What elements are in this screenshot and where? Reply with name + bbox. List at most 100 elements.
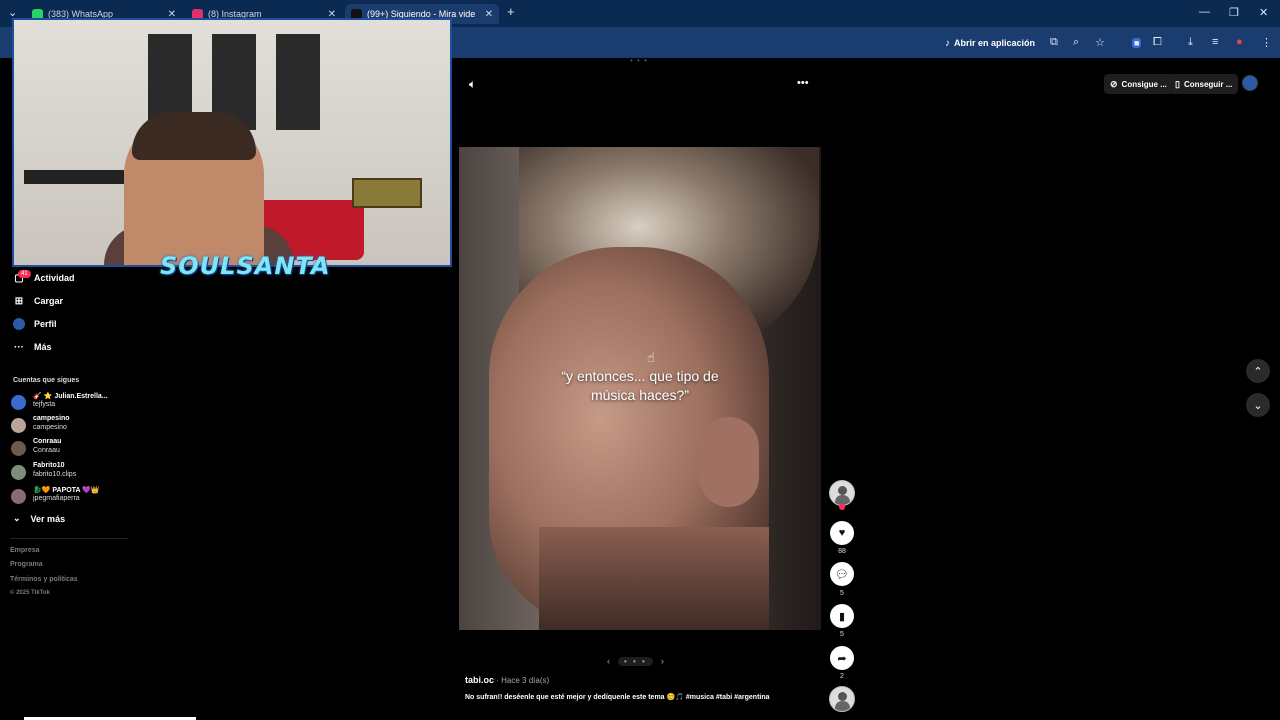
minimize-icon[interactable]: — xyxy=(1199,6,1210,18)
extension-icon[interactable]: ■ xyxy=(1132,38,1142,48)
save-count: 5 xyxy=(840,631,844,638)
post-time: · Hace 3 día(s) xyxy=(494,676,550,685)
following-section-title: Cuentas que sigues xyxy=(13,377,80,384)
get-app-button[interactable]: ▯ Conseguir ... xyxy=(1169,74,1239,94)
footer-copyright: © 2025 TikTok xyxy=(10,590,50,596)
chevron-down-icon: ⌄ xyxy=(1253,399,1263,412)
followed-account[interactable]: 🎸 ⭐ Julian.Estrella... tejfysta xyxy=(11,392,131,412)
avatar-head xyxy=(838,486,847,495)
close-window-icon[interactable]: ✕ xyxy=(1259,6,1268,19)
coin-icon: ⊘ xyxy=(1110,78,1118,89)
activity-badge: 41 xyxy=(18,270,31,278)
followed-account[interactable]: Conraau Conraau xyxy=(11,438,131,458)
share-icon: ➦ xyxy=(837,652,847,665)
open-in-app-button[interactable]: ♪ Abrir en aplicación xyxy=(945,35,1035,51)
more-icon: ··· xyxy=(14,341,24,353)
photo-carousel-controls: ‹ • • • › xyxy=(607,655,664,667)
account-name: Conraau xyxy=(33,438,62,445)
bookmark-star-icon[interactable]: ☆ xyxy=(1095,36,1105,49)
previous-video-button[interactable]: ⌃ xyxy=(1246,359,1270,383)
keyboard xyxy=(24,170,124,184)
see-more-label: Ver más xyxy=(30,513,66,524)
share-button[interactable]: ➦ xyxy=(830,646,854,670)
avatar xyxy=(11,418,26,433)
chevron-down-icon: ⌄ xyxy=(13,513,21,523)
user-avatar[interactable] xyxy=(1242,75,1258,91)
followed-account[interactable]: 🐉🧡 PAPOTA 💜👑 jpegmafiaperra xyxy=(11,486,131,506)
get-coins-button[interactable]: ⊘ Consigue ... xyxy=(1104,74,1173,94)
avatar-body xyxy=(835,701,850,711)
account-name: Fabrito10 xyxy=(33,462,65,469)
avatar xyxy=(11,395,26,410)
carousel-prev-icon[interactable]: ‹ xyxy=(607,656,610,666)
video-subject-neck xyxy=(539,527,769,630)
drag-handle-dots: • • • xyxy=(630,56,648,65)
more-options-icon[interactable]: ••• xyxy=(797,77,809,89)
streamer-logo: SOULSANTA xyxy=(160,252,331,280)
acoustic-panel xyxy=(276,34,320,130)
webcam-overlay xyxy=(12,18,452,267)
sidebar-item-more[interactable]: ··· Más xyxy=(13,339,52,355)
account-handle: Conraau xyxy=(33,447,60,454)
translate-icon[interactable]: ⧉ xyxy=(1050,36,1058,49)
caption-line: música haces?” xyxy=(590,387,690,403)
sidebar-item-label: Cargar xyxy=(34,296,64,306)
account-name: 🎸 ⭐ Julian.Estrella... xyxy=(33,393,108,400)
avatar-head xyxy=(838,692,847,701)
restore-icon[interactable]: ❐ xyxy=(1229,6,1239,19)
extensions-puzzle-icon[interactable]: ⧠ xyxy=(1153,36,1162,49)
post-author[interactable]: tabi.oc · Hace 3 día(s) xyxy=(465,675,549,685)
avatar xyxy=(11,489,26,504)
zoom-icon[interactable]: ⌕ xyxy=(1073,36,1079,49)
followed-account[interactable]: campesino campesino xyxy=(11,415,131,435)
next-video-button[interactable]: ⌄ xyxy=(1246,393,1270,417)
heart-icon: ♥ xyxy=(838,527,846,539)
follow-plus-icon[interactable] xyxy=(839,504,845,510)
reading-list-icon[interactable]: ≡ xyxy=(1212,36,1218,48)
sidebar-divider xyxy=(10,538,128,539)
post-description: No sufran!! deséenle que esté mejor y de… xyxy=(465,694,770,701)
comment-button[interactable]: 💬︎ xyxy=(830,562,854,586)
profile-extension-icon[interactable]: ● xyxy=(1236,36,1243,48)
open-in-app-label: Abrir en aplicación xyxy=(954,38,1036,48)
tiktok-icon: ♪ xyxy=(945,37,950,49)
account-handle: fabrito10.clips xyxy=(33,471,77,478)
download-icon[interactable]: ⤓ xyxy=(1188,36,1193,49)
followed-account[interactable]: Fabrito10 fabrito10.clips xyxy=(11,462,131,482)
video-subject-ear xyxy=(699,417,759,507)
see-more-button[interactable]: ⌄ Ver más xyxy=(13,513,65,524)
carousel-next-icon[interactable]: › xyxy=(661,656,664,666)
sidebar-item-upload[interactable]: ⊞ Cargar xyxy=(13,293,63,309)
new-tab-icon[interactable]: + xyxy=(507,4,515,19)
volume-icon[interactable]: 🔈︎ xyxy=(469,77,476,92)
caption-line: “y entonces... que tipo de xyxy=(561,368,719,384)
share-count: 2 xyxy=(840,673,844,680)
pill-label: Consigue ... xyxy=(1121,79,1167,89)
author-avatar[interactable] xyxy=(829,480,855,506)
phone-icon: ▯ xyxy=(1175,78,1180,89)
account-handle: tejfysta xyxy=(33,401,56,408)
profile-icon xyxy=(13,318,25,330)
comment-count: 5 xyxy=(840,590,844,597)
footer-link-company[interactable]: Empresa xyxy=(10,547,40,554)
footer-link-terms[interactable]: Términos y políticas xyxy=(10,576,78,583)
footer-link-program[interactable]: Programa xyxy=(10,561,43,568)
sidebar-item-label: Actividad xyxy=(34,273,75,283)
account-name: campesino xyxy=(33,415,70,422)
close-tab-icon[interactable]: ✕ xyxy=(485,9,493,20)
browser-menu-icon[interactable]: ⋮ xyxy=(1261,36,1272,49)
like-button[interactable]: ♥ xyxy=(830,521,854,545)
streamer-hair xyxy=(132,112,256,160)
video-caption: “y entonces... que tipo de música haces?… xyxy=(459,367,821,405)
account-handle: jpegmafiaperra xyxy=(33,495,80,502)
avatar xyxy=(11,441,26,456)
save-button[interactable]: ▮ xyxy=(830,604,854,628)
sidebar-item-profile[interactable]: Perfil xyxy=(13,316,57,332)
carousel-indicator: • • • xyxy=(618,656,653,666)
author-name: tabi.oc xyxy=(465,675,495,685)
chevron-up-icon: ⌃ xyxy=(1253,365,1263,378)
account-name: 🐉🧡 PAPOTA 💜👑 xyxy=(33,487,100,494)
upload-icon: ⊞ xyxy=(14,295,24,307)
sound-avatar[interactable] xyxy=(829,686,855,712)
sidebar-item-label: Perfil xyxy=(34,319,57,329)
